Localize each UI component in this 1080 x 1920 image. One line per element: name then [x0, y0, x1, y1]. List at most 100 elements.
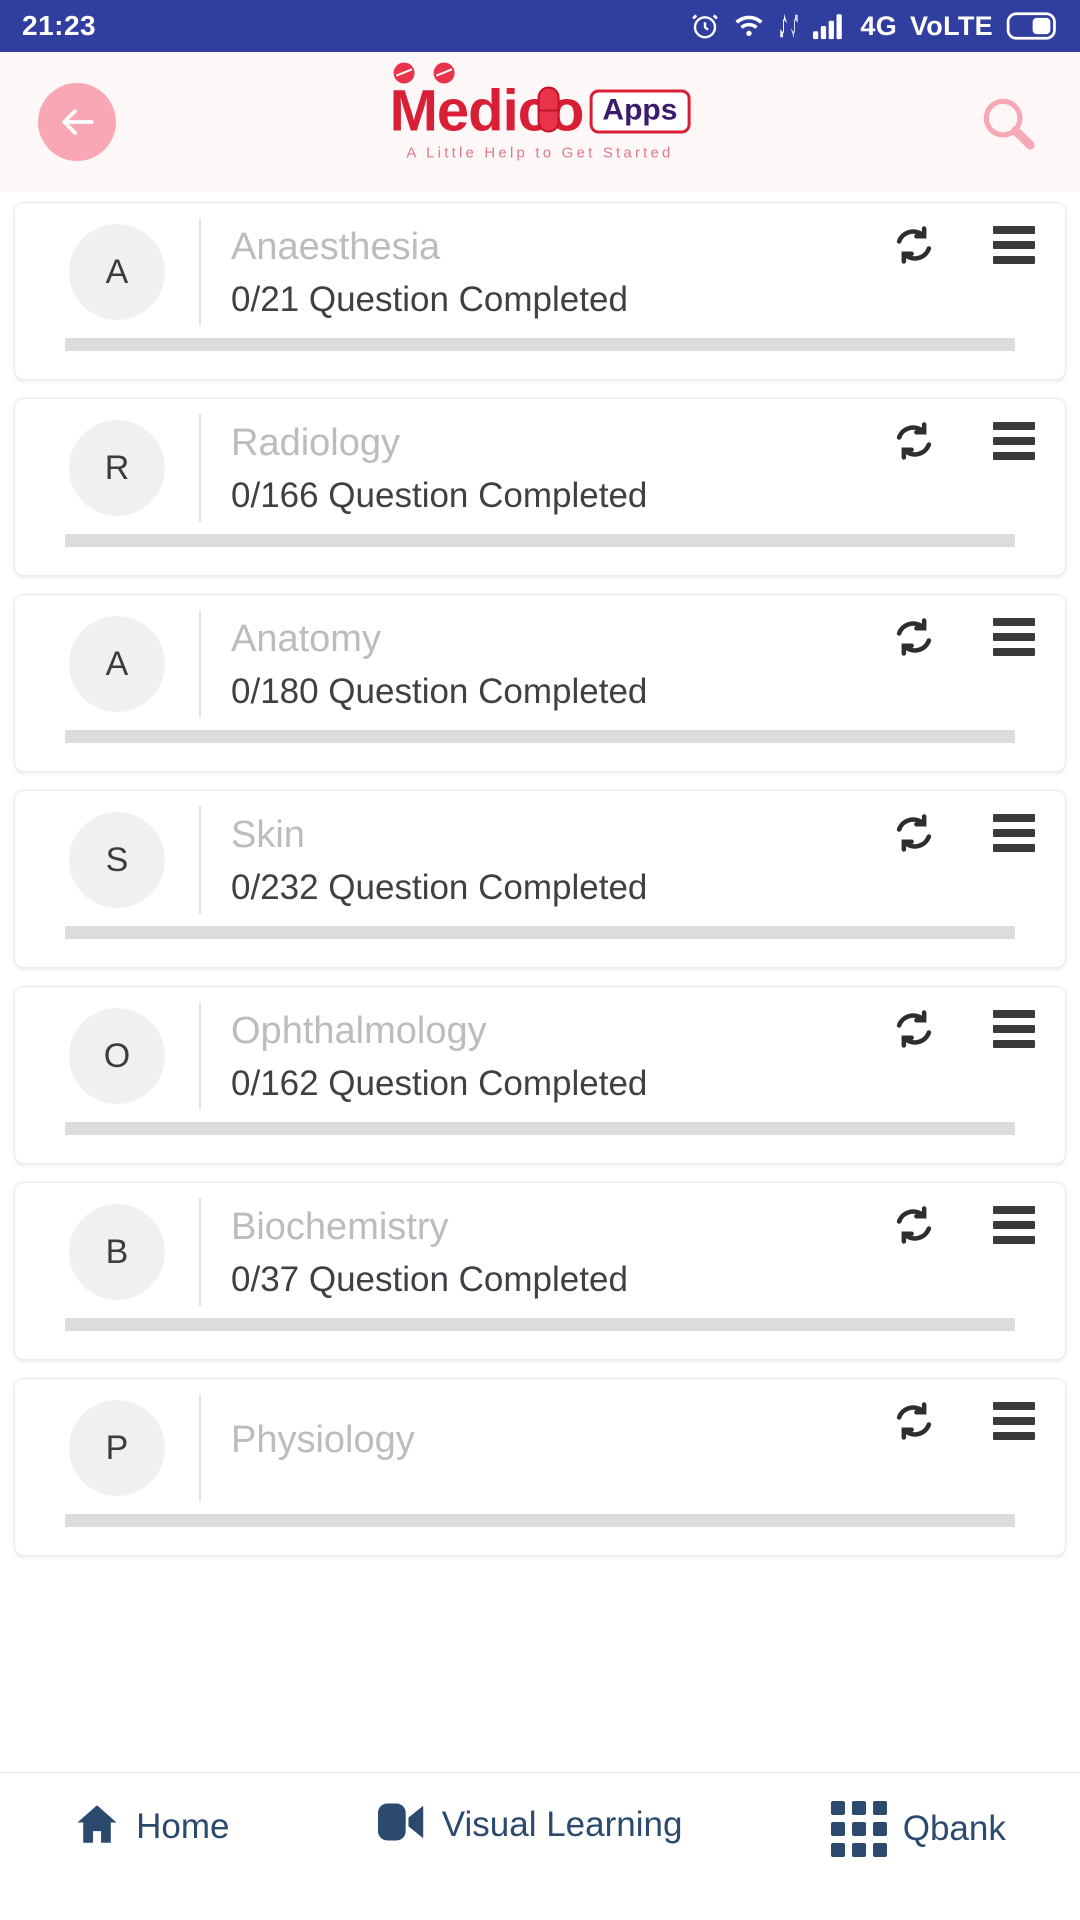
avatar-letter: A — [105, 644, 129, 683]
subject-title: Anaesthesia — [231, 225, 441, 268]
menu-button[interactable] — [991, 1398, 1037, 1444]
grid-icon — [830, 1801, 887, 1857]
progress-bar — [65, 1318, 1015, 1331]
refresh-button[interactable] — [891, 614, 937, 660]
status-indicators: 4G VoLTE — [690, 11, 1062, 42]
subject-title: Biochemistry — [231, 1205, 449, 1248]
back-arrow-icon — [62, 109, 94, 135]
back-button[interactable] — [38, 83, 116, 161]
refresh-button[interactable] — [891, 1006, 937, 1052]
search-button[interactable] — [970, 85, 1044, 159]
search-icon — [983, 98, 1035, 150]
avatar-letter: P — [105, 1428, 129, 1467]
subject-card[interactable]: R Radiology 0/166 Question Completed — [14, 398, 1066, 576]
app-logo: Medico Apps A Little Help to Get Started — [390, 62, 691, 162]
network-type-label: 4G — [860, 10, 897, 41]
avatar: R — [69, 420, 165, 516]
avatar: O — [69, 1008, 165, 1104]
subject-progress-text: 0/162 Question Completed — [231, 1063, 648, 1103]
hamburger-menu-icon — [993, 1402, 1035, 1440]
avatar-letter: R — [104, 448, 130, 487]
progress-bar — [65, 730, 1015, 743]
subject-progress-text: 0/37 Question Completed — [231, 1259, 628, 1299]
divider — [199, 610, 201, 718]
menu-button[interactable] — [991, 418, 1037, 464]
divider — [199, 1198, 201, 1306]
divider — [199, 1002, 201, 1110]
refresh-icon — [896, 1402, 932, 1440]
refresh-icon — [896, 814, 932, 852]
divider — [199, 806, 201, 914]
avatar-letter: O — [103, 1036, 131, 1075]
subject-card[interactable]: B Biochemistry 0/37 Question Completed — [14, 1182, 1066, 1360]
avatar: B — [69, 1204, 165, 1300]
avatar: P — [69, 1400, 165, 1496]
avatar-letter: S — [105, 840, 129, 879]
logo-main: Medico Apps — [390, 62, 691, 141]
subject-title: Radiology — [231, 421, 400, 464]
subject-title: Skin — [231, 813, 305, 856]
subject-title: Physiology — [231, 1419, 415, 1461]
pill-dot-icon — [433, 62, 455, 84]
status-time: 21:23 — [22, 10, 97, 41]
nav-label-qbank: Qbank — [902, 1809, 1006, 1848]
avatar: A — [69, 224, 165, 320]
logo-badge: Apps — [589, 89, 691, 134]
refresh-button[interactable] — [891, 418, 937, 464]
divider — [199, 1394, 201, 1502]
hamburger-menu-icon — [993, 226, 1035, 264]
hamburger-menu-icon — [993, 1206, 1035, 1244]
signal-icon — [813, 12, 847, 40]
subject-list[interactable]: A Anaesthesia 0/21 Question Completed R … — [0, 192, 1080, 1770]
battery-icon — [1006, 11, 1062, 41]
refresh-icon — [896, 618, 932, 656]
subject-card[interactable]: P Physiology — [14, 1378, 1066, 1556]
subject-title: Anatomy — [231, 617, 381, 660]
refresh-button[interactable] — [891, 810, 937, 856]
avatar: S — [69, 812, 165, 908]
menu-button[interactable] — [991, 810, 1037, 856]
subject-card[interactable]: S Skin 0/232 Question Completed — [14, 790, 1066, 968]
refresh-button[interactable] — [891, 222, 937, 268]
subject-progress-text: 0/180 Question Completed — [231, 671, 648, 711]
status-bar: 21:23 4G VoLTE — [0, 0, 1080, 52]
subject-progress-text: 0/166 Question Completed — [231, 475, 648, 515]
avatar: A — [69, 616, 165, 712]
refresh-icon — [896, 226, 932, 264]
data-transfer-icon — [778, 11, 800, 41]
subject-card[interactable]: A Anaesthesia 0/21 Question Completed — [14, 202, 1066, 380]
hamburger-menu-icon — [993, 422, 1035, 460]
progress-bar — [65, 338, 1015, 351]
volte-label: VoLTE — [910, 10, 993, 41]
nav-label-visual-learning: Visual Learning — [441, 1804, 683, 1844]
subject-progress-text: 0/232 Question Completed — [231, 867, 648, 907]
hamburger-menu-icon — [993, 618, 1035, 656]
refresh-button[interactable] — [891, 1398, 937, 1444]
subject-title: Ophthalmology — [231, 1009, 487, 1052]
app-header: Medico Apps A Little Help to Get Started — [0, 52, 1080, 192]
pill-dot-icon — [393, 62, 415, 84]
logo-brand-text: Medico — [390, 62, 584, 141]
menu-button[interactable] — [991, 1202, 1037, 1248]
menu-button[interactable] — [991, 222, 1037, 268]
video-camera-icon — [377, 1801, 426, 1848]
menu-button[interactable] — [991, 1006, 1037, 1052]
avatar-letter: B — [105, 1232, 129, 1271]
nav-item-home[interactable]: Home — [74, 1801, 230, 1852]
logo-tagline: A Little Help to Get Started — [406, 144, 674, 162]
progress-bar — [65, 926, 1015, 939]
nav-item-qbank[interactable]: Qbank — [830, 1801, 1006, 1857]
progress-bar — [65, 534, 1015, 547]
refresh-button[interactable] — [891, 1202, 937, 1248]
subject-card[interactable]: O Ophthalmology 0/162 Question Completed — [14, 986, 1066, 1164]
divider — [199, 218, 201, 326]
alarm-icon — [690, 11, 720, 41]
divider — [199, 414, 201, 522]
nav-item-visual-learning[interactable]: Visual Learning — [377, 1801, 683, 1848]
hamburger-menu-icon — [993, 814, 1035, 852]
subject-card[interactable]: A Anatomy 0/180 Question Completed — [14, 594, 1066, 772]
menu-button[interactable] — [991, 614, 1037, 660]
bottom-navigation: Home Visual Learning Qbank — [0, 1772, 1080, 1920]
capsule-icon — [537, 86, 560, 133]
refresh-icon — [896, 1206, 932, 1244]
